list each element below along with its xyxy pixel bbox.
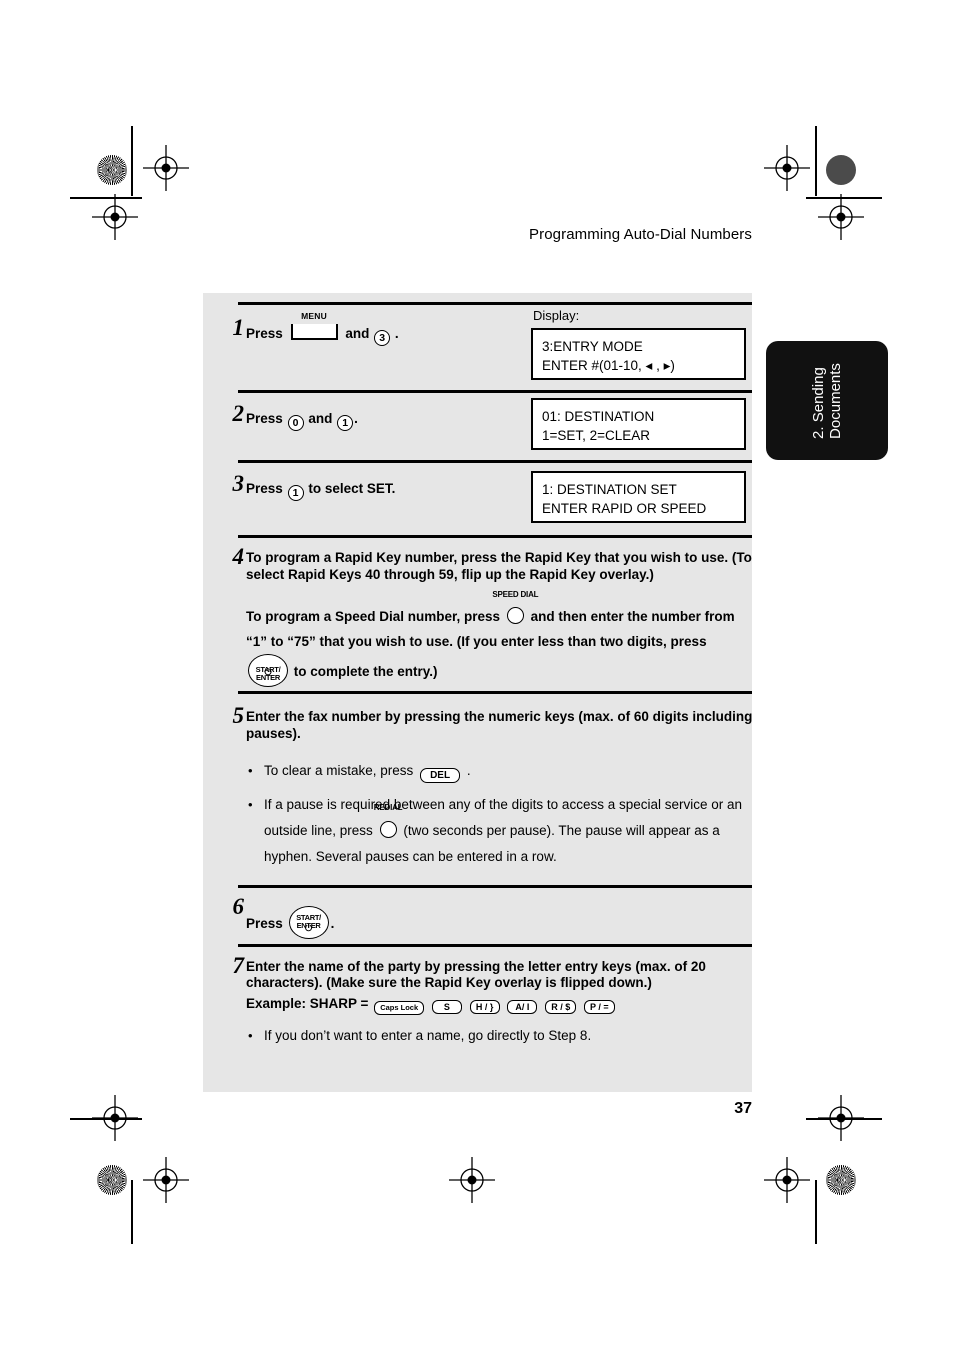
step-1-text-lead: Press [246, 326, 283, 341]
step-3-instruction: Press 1 to select SET. [246, 480, 566, 501]
lcd-display-step-3: 1: DESTINATION SET ENTER RAPID OR SPEED [531, 471, 746, 523]
trim-line-bottom-right-horizontal [806, 1118, 882, 1120]
step-7-instruction: Enter the name of the party by pressing … [246, 959, 754, 1045]
step-2-text-lead: Press [246, 411, 283, 426]
registration-cross-right-upper [818, 194, 864, 240]
step-4-instruction: To program a Rapid Key number, press the… [246, 549, 754, 687]
step-5-bullet-1: To clear a mistake, press DEL . [246, 758, 754, 784]
step-5-instruction: Enter the fax number by pressing the num… [246, 708, 754, 870]
trim-line-bottom-right-vertical [815, 1180, 817, 1244]
menu-key-icon[interactable]: MENU [290, 311, 338, 340]
step-7-example-label: Example: SHARP = [246, 996, 369, 1011]
letter-key-a-icon[interactable]: A/ I [507, 1000, 538, 1014]
step-7-paragraph-1: Enter the name of the party by pressing … [246, 959, 706, 990]
trim-line-bottom-left-vertical [131, 1180, 133, 1244]
registration-dot-top-left [97, 155, 127, 185]
procedure-panel: 1 Press MENU and 3 . Display: 3:ENTRY MO… [203, 293, 752, 1092]
step-4-text-a: To program a Speed Dial number, press [246, 609, 501, 624]
start-enter-key-icon-step6[interactable]: START/ ENTER ⏻ [288, 906, 329, 939]
registration-dot-top-right [826, 155, 856, 185]
step-3-text-tail: to select SET. [308, 481, 396, 496]
step-1-number: 1 [232, 315, 245, 340]
running-head: Programming Auto-Dial Numbers [529, 226, 752, 243]
divider-rule-top [238, 302, 752, 305]
chapter-thumb-tab-label: 2. Sending Documents [810, 362, 844, 439]
step-1-text-tail: . [394, 326, 399, 341]
registration-cross-top-right [764, 145, 810, 191]
lcd-display-step-1: 3:ENTRY MODE ENTER #(01-10, ◂ , ▸) [531, 328, 746, 380]
redial-key-label: REDIAL [373, 803, 403, 812]
registration-dot-bottom-left [97, 1165, 127, 1195]
divider-rule-5 [238, 885, 752, 888]
letter-key-h-icon[interactable]: H / } [469, 1000, 500, 1014]
numeric-key-3-icon[interactable]: 3 [374, 330, 391, 346]
divider-rule-1 [238, 390, 752, 393]
registration-dot-bottom-right [826, 1165, 856, 1195]
step-2-number: 2 [232, 401, 245, 426]
start-enter-key-icon-step4[interactable]: START/ ENTER ⏻ [248, 654, 288, 687]
letter-key-s-icon[interactable]: S [431, 1000, 462, 1014]
divider-rule-4 [238, 691, 752, 694]
speed-dial-key-icon[interactable]: SPEED DIAL [492, 590, 539, 624]
step-4-text-c: to complete the entry.) [293, 664, 438, 679]
registration-cross-bottom-left [143, 1157, 189, 1203]
step-5-number: 5 [232, 703, 245, 728]
trim-line-top-left-vertical [131, 126, 133, 196]
power-symbol-icon-step6: ⏻ [305, 923, 313, 933]
numeric-key-1-icon[interactable]: 1 [337, 415, 354, 431]
step-7-number: 7 [232, 953, 245, 978]
trim-line-bottom-left-horizontal [70, 1118, 142, 1120]
step-2-text-mid: and [308, 411, 333, 426]
step-6-text-tail: . [330, 916, 335, 931]
letter-key-r-icon[interactable]: R / $ [545, 1000, 577, 1014]
speed-dial-key-label: SPEED DIAL [492, 590, 539, 599]
step-1-text-mid: and [345, 326, 370, 341]
page-number: 37 [734, 1100, 752, 1117]
chapter-thumb-tab: 2. Sending Documents [766, 341, 888, 460]
step-4-number: 4 [232, 544, 245, 569]
step-7-bullet-1-text: If you don’t want to enter a name, go di… [264, 1028, 592, 1043]
lcd-display-step-2: 01: DESTINATION 1=SET, 2=CLEAR [531, 398, 746, 450]
step-7-bullet-1: If you don’t want to enter a name, go di… [246, 1027, 754, 1045]
step-1-instruction: Press MENU and 3 . [246, 311, 566, 346]
letter-key-p-icon[interactable]: P / = [583, 1000, 615, 1014]
menu-key-label: MENU [301, 311, 327, 321]
step-2-instruction: Press 0 and 1. [246, 410, 566, 431]
step-5-bullet-2: If a pause is required between any of th… [246, 792, 754, 870]
step-6-instruction: Press START/ ENTER ⏻ . [246, 906, 754, 939]
step-5-bullet-1-text-b: . [466, 763, 471, 778]
step-6-number: 6 [232, 894, 245, 919]
step-6-text-lead: Press [246, 916, 283, 931]
redial-key-icon[interactable]: REDIAL [374, 803, 403, 838]
registration-cross-bottom-center [449, 1157, 495, 1203]
trim-line-top-right-vertical [815, 126, 817, 196]
step-4-paragraph-2: To program a Speed Dial number, press SP… [246, 590, 754, 687]
step-3-text-lead: Press [246, 481, 283, 496]
divider-rule-2 [238, 460, 752, 463]
step-4-paragraph-1: To program a Rapid Key number, press the… [246, 550, 752, 582]
numeric-key-1-select-icon[interactable]: 1 [287, 485, 304, 501]
step-5-bullet-1-text-a: To clear a mistake, press [264, 763, 414, 778]
step-7-example-row: Example: SHARP = Caps Lock S H / } A/ I … [246, 995, 754, 1015]
numeric-key-0-icon[interactable]: 0 [287, 415, 304, 431]
divider-rule-3 [238, 535, 752, 538]
step-5-paragraph-1: Enter the fax number by pressing the num… [246, 709, 753, 741]
display-label: Display: [533, 308, 580, 323]
step-3-number: 3 [232, 471, 245, 496]
registration-cross-top-left [143, 145, 189, 191]
divider-rule-6 [238, 944, 752, 947]
del-key-icon[interactable]: DEL [420, 768, 461, 783]
step-2-text-tail: . [354, 411, 358, 426]
caps-lock-key-icon[interactable]: Caps Lock [374, 1001, 425, 1015]
registration-cross-bottom-right [764, 1157, 810, 1203]
power-symbol-icon-step4: ⏻ [264, 667, 272, 677]
